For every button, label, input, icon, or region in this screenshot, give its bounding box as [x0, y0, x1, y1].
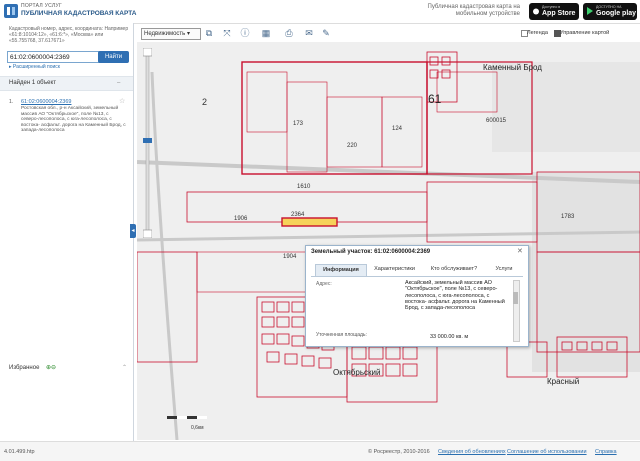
close-icon[interactable]: ✕: [517, 247, 523, 255]
copyright-label: © Росреестр, 2010-2016: [368, 449, 430, 455]
select-area-icon[interactable]: ▦: [260, 27, 272, 39]
google-play-icon: [587, 7, 593, 15]
favorites-label[interactable]: Избранное: [9, 365, 39, 371]
search-hint: Кадастровый номер, адрес, координата: На…: [9, 26, 129, 44]
map-label-173: 173: [293, 121, 304, 127]
rosreestr-logo-icon[interactable]: [4, 4, 18, 18]
tab-who-serves[interactable]: Кто обслуживает?: [424, 264, 484, 275]
popup-scrollbar[interactable]: [513, 280, 520, 342]
legend-label: Легенда: [527, 30, 548, 36]
identify-icon[interactable]: ⓘ: [239, 27, 251, 39]
footer-link-updates[interactable]: Сведения об обновлениях: [438, 449, 506, 455]
zoom-slider[interactable]: [143, 48, 152, 238]
search-input[interactable]: [7, 51, 100, 63]
scale-label: 0,6км: [191, 425, 204, 431]
map-label-124: 124: [392, 126, 403, 132]
layer-select-value: Недвижимость: [144, 31, 186, 37]
footer-link-agreement[interactable]: Соглашение об использовании: [507, 449, 587, 455]
map-label-600015: 600015: [486, 118, 507, 124]
map-label-1783: 1783: [561, 214, 575, 220]
version-label: 4.01.499.htp: [4, 449, 35, 455]
site-title[interactable]: ПУБЛИЧНАЯ КАДАСТРОВАЯ КАРТА: [21, 10, 136, 17]
ruler-icon[interactable]: ✎: [320, 27, 332, 39]
gplay-small-label: ДОСТУПНО НА: [596, 5, 622, 9]
favorites-expand-icon[interactable]: ⌃: [122, 364, 127, 371]
gplay-big-label: Google play: [596, 10, 637, 17]
map-label-kamenny-brod: Каменный Брод: [483, 63, 542, 72]
basemap-label: Управление картой: [560, 30, 610, 36]
share-icon[interactable]: ✉: [303, 27, 315, 39]
popup-title: Земельный участок: 61:02:0600004:2369: [311, 249, 431, 255]
tab-info[interactable]: Информация: [315, 264, 367, 276]
appstore-button[interactable]: Доступно в App Store: [529, 3, 579, 20]
area-value: 33 000.00 кв. м: [430, 334, 469, 340]
map-label-oktyabrsky: Октябрьский: [333, 368, 381, 377]
collapse-results-icon[interactable]: –: [117, 80, 120, 86]
tab-services[interactable]: Услуги: [487, 264, 521, 275]
address-value: Аксайский, земельный массив АО "Октябрьс…: [405, 280, 505, 312]
apple-icon: [533, 8, 539, 15]
map-label-2364: 2364: [291, 212, 305, 218]
area-label: Уточненная площадь:: [316, 332, 367, 338]
result-description: Ростовская обл., р-н Аксайский, земельны…: [21, 106, 126, 134]
advanced-search-label: Расширенный поиск: [12, 64, 60, 70]
advanced-search-link[interactable]: ▸ Расширенный поиск: [9, 64, 60, 70]
map-label-1904: 1904: [283, 254, 297, 260]
panel-toggle-button[interactable]: ◂: [130, 224, 136, 238]
favorite-star-icon[interactable]: ☆: [119, 97, 125, 105]
map-label-1610: 1610: [297, 184, 311, 190]
result-link[interactable]: 61:02:0600004:2369: [21, 99, 71, 105]
favorites-actions-icon[interactable]: ⊕⊖: [46, 364, 56, 371]
map-label-2: 2: [202, 97, 208, 107]
popup-divider: [311, 276, 523, 277]
map-label-61: 61: [428, 92, 442, 106]
appstore-big-label: App Store: [542, 10, 576, 17]
result-number: 1.: [9, 99, 14, 105]
map-label-krasny: Красный: [547, 377, 580, 386]
find-button[interactable]: Найти: [98, 51, 129, 63]
popup-scroll-thumb[interactable]: [513, 292, 518, 304]
layers-icon[interactable]: ⧉: [203, 27, 215, 39]
footer-link-help[interactable]: Справка: [595, 449, 617, 455]
map-label-220: 220: [347, 143, 358, 149]
appstore-small-label: Доступно в: [542, 5, 561, 9]
google-play-button[interactable]: ДОСТУПНО НА Google play: [583, 3, 637, 20]
portal-label: ПОРТАЛ УСЛУГ: [21, 3, 62, 9]
measure-icon[interactable]: ⤧: [221, 27, 233, 39]
results-count: Найден 1 объект: [9, 80, 56, 86]
address-label: Адрес:: [316, 281, 332, 287]
mobile-promo-text: Публичная кадастровая карта на мобильном…: [427, 4, 520, 17]
map-label-1906: 1906: [234, 216, 248, 222]
layer-select[interactable]: Недвижимость ▾: [141, 28, 201, 40]
tab-characteristics[interactable]: Характеристики: [367, 264, 422, 275]
print-icon[interactable]: ⎙: [283, 27, 295, 39]
